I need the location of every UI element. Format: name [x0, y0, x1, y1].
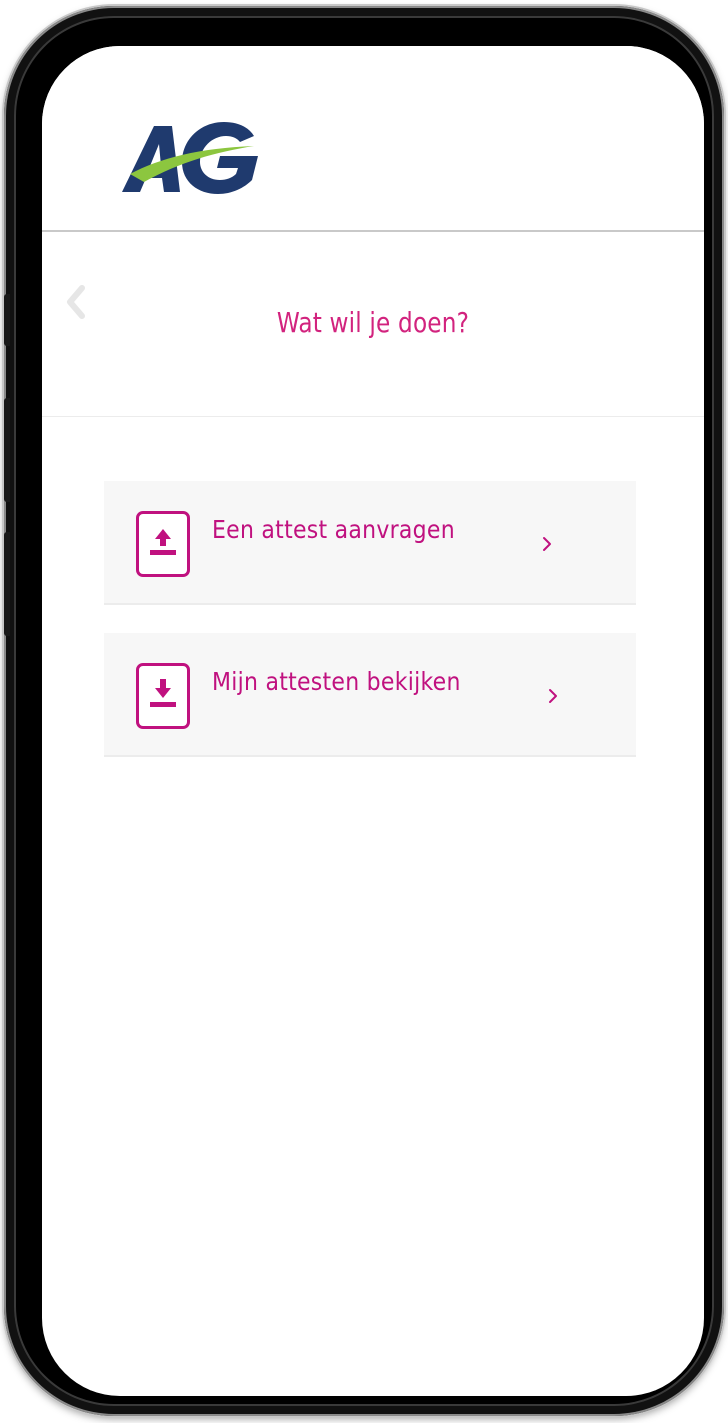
option-label: Een attest aanvragen	[212, 515, 455, 544]
title-bar: Wat wil je doen?	[42, 232, 704, 417]
page-title: Wat wil je doen?	[276, 306, 470, 339]
volume-down-button	[4, 532, 10, 636]
mute-switch	[4, 294, 10, 346]
phone-frame: Wat wil je doen? Een attest aanvragen Mi…	[4, 6, 724, 1416]
upload-icon	[136, 511, 190, 577]
app-header	[42, 46, 704, 232]
option-view-certificates[interactable]: Mijn attesten bekijken	[104, 633, 636, 757]
option-request-certificate[interactable]: Een attest aanvragen	[104, 481, 636, 605]
chevron-right-icon	[549, 689, 557, 703]
download-icon	[136, 663, 190, 729]
volume-up-button	[4, 398, 10, 502]
chevron-right-icon	[543, 537, 551, 551]
option-label: Mijn attesten bekijken	[212, 667, 461, 696]
app-screen: Wat wil je doen? Een attest aanvragen Mi…	[42, 46, 704, 1396]
ag-logo	[120, 122, 260, 194]
